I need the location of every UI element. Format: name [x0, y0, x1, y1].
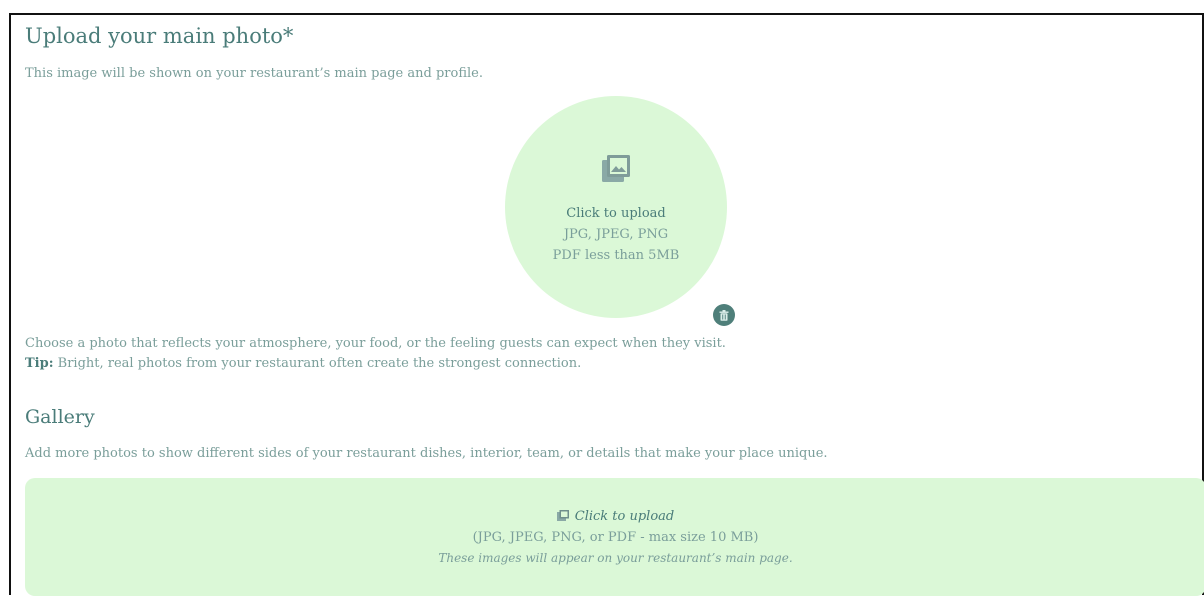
main-photo-upload-dropzone[interactable]: Click to upload JPG, JPEG, PNG PDF less …	[505, 96, 727, 318]
gallery-upload-note: These images will appear on your restaur…	[438, 551, 793, 565]
main-photo-upload-formats: JPG, JPEG, PNG	[563, 227, 669, 242]
gallery-upload-dropzone[interactable]: Click to upload (JPG, JPEG, PNG, or PDF …	[25, 478, 1204, 596]
tip-label: Tip:	[25, 356, 54, 371]
image-gallery-icon	[556, 510, 569, 521]
trash-icon	[719, 309, 729, 321]
gallery-upload-label-row: Click to upload	[25, 509, 1204, 524]
image-gallery-icon	[602, 155, 630, 182]
gallery-upload-formats: (JPG, JPEG, PNG, or PDF - max size 10 MB…	[472, 530, 759, 545]
main-photo-upload-label: Click to upload	[566, 206, 666, 221]
form-panel: Upload your main photo* This image will …	[9, 13, 1204, 596]
main-photo-hint: Choose a photo that reflects your atmosp…	[25, 336, 726, 351]
gallery-upload-label: Click to upload	[574, 509, 675, 524]
delete-main-photo-button[interactable]	[713, 304, 735, 326]
main-photo-tip: Tip: Bright, real photos from your resta…	[25, 356, 581, 371]
main-photo-upload-size: PDF less than 5MB	[552, 248, 680, 263]
main-photo-subtitle: This image will be shown on your restaur…	[25, 66, 483, 81]
gallery-title: Gallery	[25, 406, 95, 428]
gallery-description: Add more photos to show different sides …	[25, 446, 828, 461]
tip-text: Bright, real photos from your restaurant…	[53, 356, 582, 371]
main-photo-title: Upload your main photo*	[25, 24, 294, 48]
